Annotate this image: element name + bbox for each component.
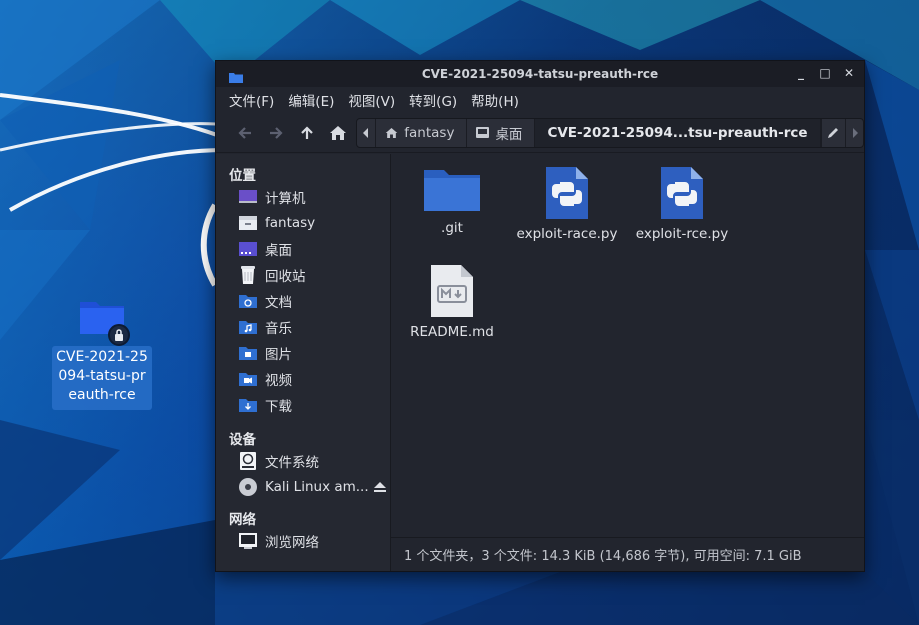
path-segment-label: 桌面 [495,126,523,143]
home-icon [330,125,346,140]
window-title: CVE-2021-25094-tatsu-preauth-rce [421,67,659,81]
eject-icon[interactable] [374,481,386,497]
sidebar-item-label: fantasy [265,215,316,231]
sidebar-header-devices: 设备 [229,432,256,448]
pencil-icon [827,128,838,138]
path-segment-desktop[interactable]: 桌面 [467,118,536,147]
sidebar-item-desktop[interactable]: 桌面 [216,236,390,262]
file-item-exploit-race[interactable]: exploit-race.py [509,166,625,242]
arrow-up-icon [301,125,313,139]
sidebar-item-videos[interactable]: 视频 [216,366,390,392]
python-file-icon [661,167,703,219]
path-scroll-right-button[interactable] [845,118,863,147]
network-icon [238,531,258,551]
documents-folder-icon [238,291,258,311]
downloads-folder-icon [238,395,258,415]
status-text: 1 个文件夹，3 个文件: 14.3 KiB (14,686 字节), 可用空间… [404,549,802,564]
sidebar-item-label: 视频 [265,373,292,389]
forward-button[interactable] [261,119,292,147]
sidebar-item-label: 音乐 [265,321,292,337]
maximize-button[interactable]: □ [818,66,832,80]
chevron-left-icon [363,127,369,138]
sidebar-item-label: 图片 [265,347,292,363]
menu-edit[interactable]: 编辑(E) [288,90,334,110]
window-titlebar[interactable]: CVE-2021-25094-tatsu-preauth-rce _ □ ✕ [216,61,864,87]
sidebar-item-documents[interactable]: 文档 [216,288,390,314]
menu-go[interactable]: 转到(G) [409,90,457,110]
sidebar-item-computer[interactable]: 计算机 [216,184,390,210]
drive-icon [238,451,258,471]
home-icon [385,127,398,138]
sidebar-item-label: 计算机 [265,191,306,207]
cdrom-icon [238,477,258,497]
trash-icon [238,265,258,285]
chevron-right-icon [852,127,858,138]
computer-icon [238,187,258,207]
path-segment-label: fantasy [404,124,455,141]
status-bar: 1 个文件夹，3 个文件: 14.3 KiB (14,686 字节), 可用空间… [391,537,864,571]
python-file-icon [546,167,588,219]
sidebar-item-label: 下载 [265,399,292,415]
sidebar-item-label: 回收站 [265,269,306,285]
file-item-git-folder[interactable]: .git [394,166,510,236]
path-bar: fantasy 桌面 CVE-2021-25094...tsu-preauth-… [356,117,865,148]
sidebar-item-trash[interactable]: 回收站 [216,262,390,288]
sidebar-header-places: 位置 [229,168,256,184]
folder-icon [229,68,243,87]
file-name: exploit-rce.py [635,226,729,242]
folder-icon [424,170,480,211]
desktop-icon [238,239,258,259]
sidebar-item-kali-disc[interactable]: Kali Linux am... [216,474,390,500]
music-folder-icon [238,317,258,337]
sidebar-item-browse-network[interactable]: 浏览网络 [216,528,390,554]
pictures-folder-icon [238,343,258,363]
home-button[interactable] [323,119,354,147]
lock-icon [108,324,130,346]
arrow-left-icon [238,126,252,139]
file-name: README.md [410,324,494,340]
path-segment-current[interactable]: CVE-2021-25094...tsu-preauth-rce [535,118,821,147]
menubar: 文件(F) 编辑(E) 视图(V) 转到(G) 帮助(H) [216,87,864,113]
sidebar-item-music[interactable]: 音乐 [216,314,390,340]
markdown-file-icon [431,265,473,317]
menu-view[interactable]: 视图(V) [348,90,395,110]
file-manager-window: CVE-2021-25094-tatsu-preauth-rce _ □ ✕ 文… [215,60,865,572]
file-view: .git exploit-race.py exploit-rce.py READ… [391,154,864,571]
sidebar: 位置 计算机 fantasy 桌面 回收站 文档 音乐 图片 视频 下载 设备 … [216,154,391,571]
sidebar-item-label: 文件系统 [265,455,319,471]
up-button[interactable] [292,119,323,147]
sidebar-header-network: 网络 [229,512,256,528]
desktop-icon [476,127,490,138]
locked-folder-icon [78,296,130,346]
menu-help[interactable]: 帮助(H) [471,90,519,110]
file-item-readme[interactable]: README.md [394,264,510,340]
file-name: exploit-race.py [516,226,618,242]
home-folder-icon [238,213,258,233]
close-button[interactable]: ✕ [842,66,856,80]
file-item-exploit-rce[interactable]: exploit-rce.py [624,166,740,242]
path-segment-home[interactable]: fantasy [376,118,468,147]
file-name: .git [441,220,463,236]
arrow-right-icon [270,126,283,139]
sidebar-item-label: Kali Linux am... [265,479,369,495]
back-button[interactable] [230,119,261,147]
toolbar: fantasy 桌面 CVE-2021-25094...tsu-preauth-… [216,113,865,153]
sidebar-item-downloads[interactable]: 下载 [216,392,390,418]
desktop-icon-label: CVE-2021-25094-tatsu-preauth-rce [52,346,152,410]
videos-folder-icon [238,369,258,389]
menu-file[interactable]: 文件(F) [229,90,274,110]
sidebar-item-pictures[interactable]: 图片 [216,340,390,366]
sidebar-item-filesystem[interactable]: 文件系统 [216,448,390,474]
desktop-folder-icon[interactable]: CVE-2021-25094-tatsu-preauth-rce [52,296,152,410]
sidebar-item-label: 桌面 [265,243,292,259]
sidebar-item-label: 浏览网络 [265,535,319,551]
minimize-button[interactable]: _ [794,66,808,80]
path-segment-label: CVE-2021-25094...tsu-preauth-rce [547,124,808,141]
path-scroll-left-button[interactable] [357,118,377,147]
sidebar-item-home[interactable]: fantasy [216,210,390,236]
edit-path-button[interactable] [820,118,846,147]
sidebar-item-label: 文档 [265,295,292,311]
